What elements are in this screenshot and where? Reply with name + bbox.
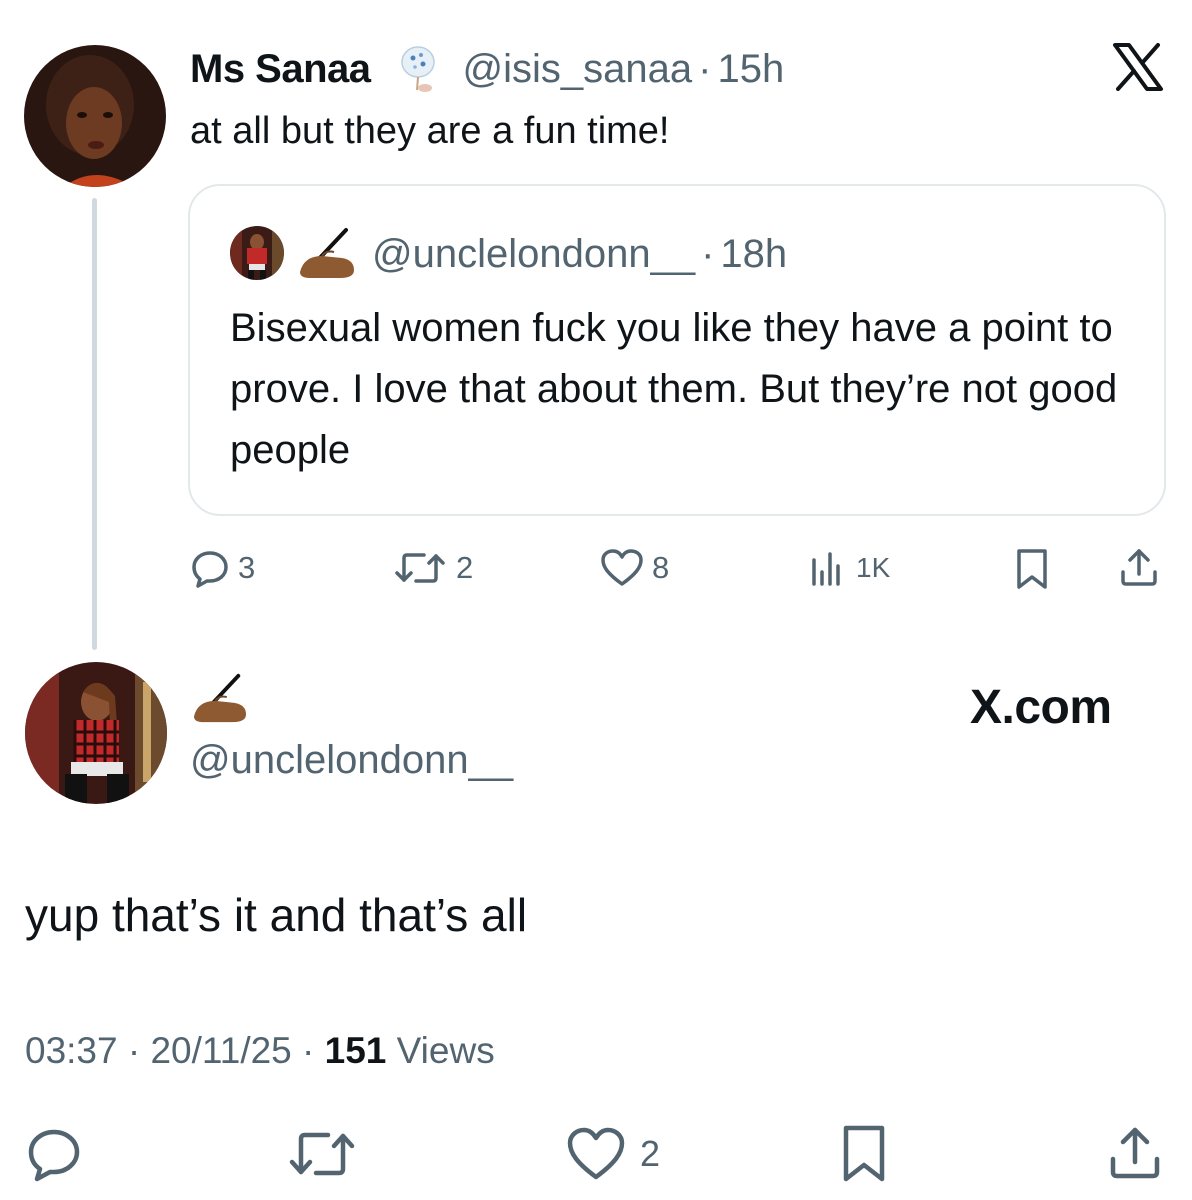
bookmark-icon <box>843 1125 885 1182</box>
heart-icon <box>601 549 643 586</box>
porcelain-figure-icon <box>395 44 441 94</box>
top-tweet-header: Ms Sanaa @isis_sanaa · 15h <box>190 45 784 93</box>
reply-count: 3 <box>238 550 256 585</box>
reply-button[interactable] <box>26 1126 82 1182</box>
share-button[interactable] <box>1118 546 1160 588</box>
bookmark-icon <box>1017 549 1047 589</box>
heart-icon <box>567 1127 625 1180</box>
separator-dot: · <box>701 231 715 276</box>
avatar-image <box>230 226 284 280</box>
avatar-image <box>25 662 167 804</box>
tweet-meta: 03:37 · 20/11/25 · 151 Views <box>25 1030 495 1072</box>
repost-icon <box>395 553 445 583</box>
reply-icon <box>28 1129 80 1182</box>
separator-dot: · <box>127 1030 151 1071</box>
repost-button[interactable]: 2 <box>392 548 473 588</box>
view-count: 1K <box>856 552 891 583</box>
views-button[interactable]: 1K <box>808 548 890 588</box>
reply-button[interactable]: 3 <box>190 548 255 588</box>
views-label: Views <box>396 1030 495 1071</box>
display-name[interactable]: Ms Sanaa <box>190 47 371 92</box>
quote-avatar[interactable] <box>230 226 284 280</box>
tweet-time[interactable]: 15h <box>717 47 784 92</box>
main-handle[interactable]: @unclelondonn__ <box>190 738 513 783</box>
share-button[interactable] <box>1106 1124 1164 1182</box>
like-button[interactable]: 2 <box>566 1126 660 1182</box>
writing-hand-icon <box>296 226 358 282</box>
separator-dot: · <box>698 46 712 91</box>
thread-line <box>92 198 97 650</box>
share-icon <box>1110 1127 1160 1179</box>
date[interactable]: 20/11/25 <box>150 1030 291 1071</box>
avatar-ms-sanaa[interactable] <box>24 45 166 187</box>
quote-handle[interactable]: @unclelondonn__ <box>372 232 695 277</box>
like-count: 2 <box>640 1133 661 1174</box>
x-logo-icon[interactable] <box>1112 43 1164 91</box>
handle[interactable]: @isis_sanaa <box>463 47 693 92</box>
repost-icon <box>289 1132 355 1176</box>
timestamp[interactable]: 03:37 <box>25 1030 118 1071</box>
repost-button[interactable] <box>284 1126 360 1182</box>
repost-count: 2 <box>456 550 474 585</box>
avatar-unclelondonn[interactable] <box>25 662 167 804</box>
like-count: 8 <box>652 550 670 585</box>
share-icon <box>1121 549 1157 586</box>
tweet-text: at all but they are a fun time! <box>190 110 670 152</box>
avatar-image <box>24 45 166 187</box>
separator-dot: · <box>302 1030 325 1071</box>
like-button[interactable]: 8 <box>600 548 669 588</box>
brand-x-com: X.com <box>970 681 1112 734</box>
views-count: 151 <box>324 1030 387 1071</box>
reply-icon <box>192 551 228 588</box>
writing-hand-icon <box>190 672 250 726</box>
quote-time[interactable]: 18h <box>720 232 787 277</box>
quote-header: @unclelondonn__ · 18h <box>296 226 787 282</box>
bookmark-button[interactable] <box>1014 548 1050 590</box>
analytics-icon <box>812 552 840 586</box>
bookmark-button[interactable] <box>840 1124 888 1184</box>
quote-text: Bisexual women fuck you like they have a… <box>230 306 1118 472</box>
main-tweet-text: yup that’s it and that’s all <box>25 889 528 941</box>
